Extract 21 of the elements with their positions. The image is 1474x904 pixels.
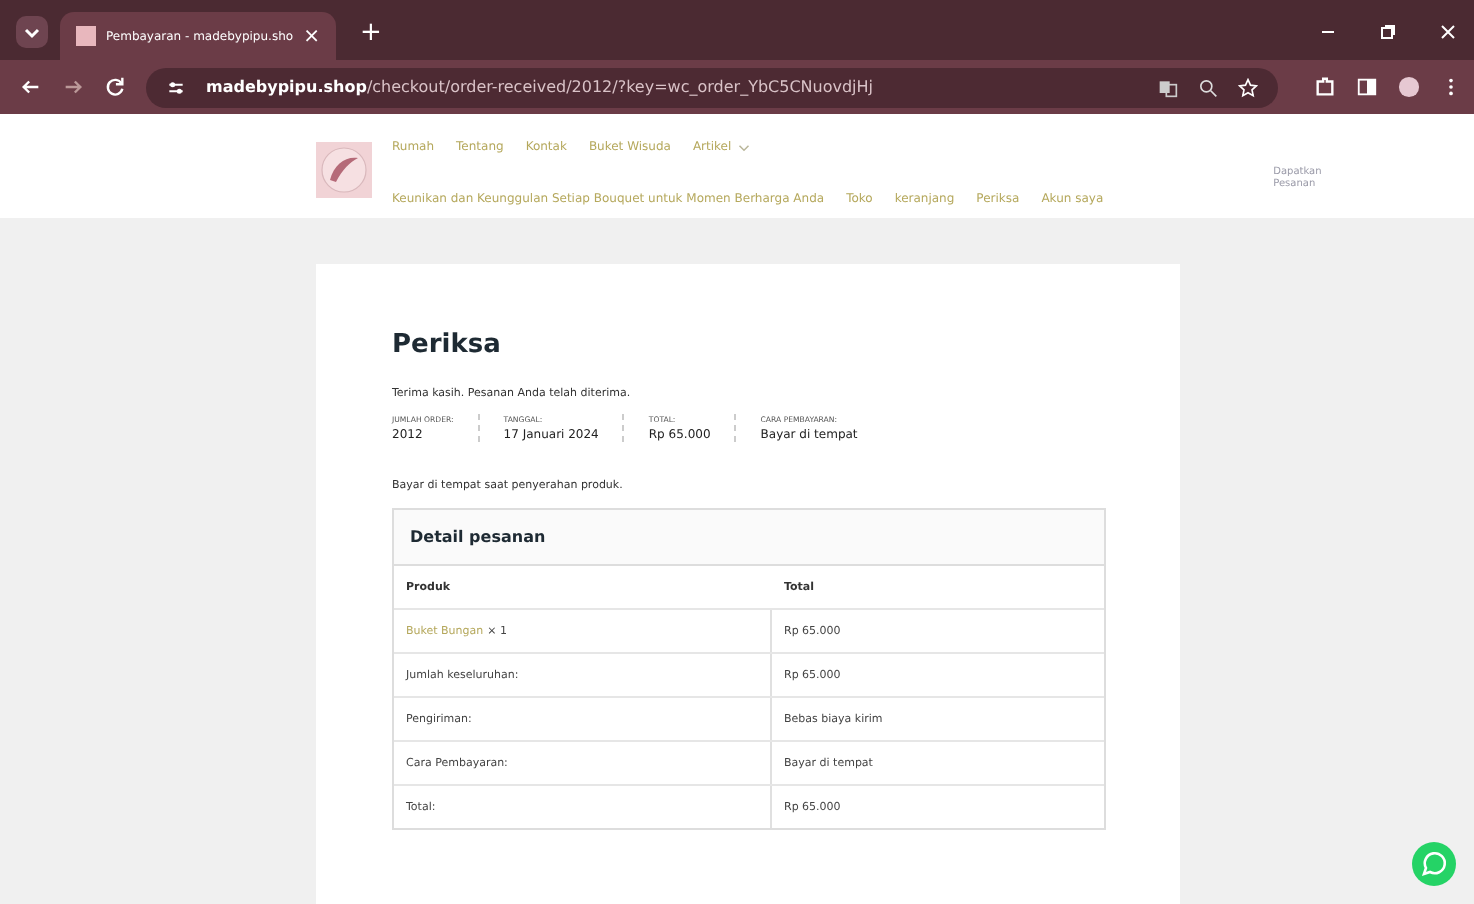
- page-title: Periksa: [392, 330, 503, 360]
- address-field[interactable]: madebypipu.shop/checkout/order-received/2012/?key=wc_order_YbC5CNuovdjHj: [146, 67, 1278, 107]
- table-title: Detail pesanan: [394, 510, 1104, 566]
- extensions-icon[interactable]: [1314, 76, 1336, 98]
- forward-icon[interactable]: [62, 76, 84, 98]
- zoom-icon[interactable]: [1198, 77, 1218, 97]
- translate-icon[interactable]: [1158, 77, 1178, 97]
- reload-icon[interactable]: [104, 76, 126, 98]
- site-settings-icon[interactable]: [166, 77, 186, 97]
- tab-search-icon[interactable]: [16, 16, 48, 48]
- favicon-icon: [76, 26, 96, 46]
- bookmark-star-icon[interactable]: [1238, 77, 1258, 97]
- profile-avatar-icon[interactable]: [1398, 76, 1420, 98]
- close-icon[interactable]: [1438, 22, 1458, 42]
- side-panel-icon[interactable]: [1356, 76, 1378, 98]
- url-text: madebypipu.shop/checkout/order-received/2012/?key=wc_order_YbC5CNuovdjHj: [206, 78, 874, 96]
- logo-icon[interactable]: [316, 142, 372, 198]
- new-tab-button[interactable]: +: [359, 18, 382, 48]
- restore-icon[interactable]: [1378, 22, 1398, 42]
- back-icon[interactable]: [20, 76, 42, 98]
- close-tab-button[interactable]: ×: [303, 25, 320, 47]
